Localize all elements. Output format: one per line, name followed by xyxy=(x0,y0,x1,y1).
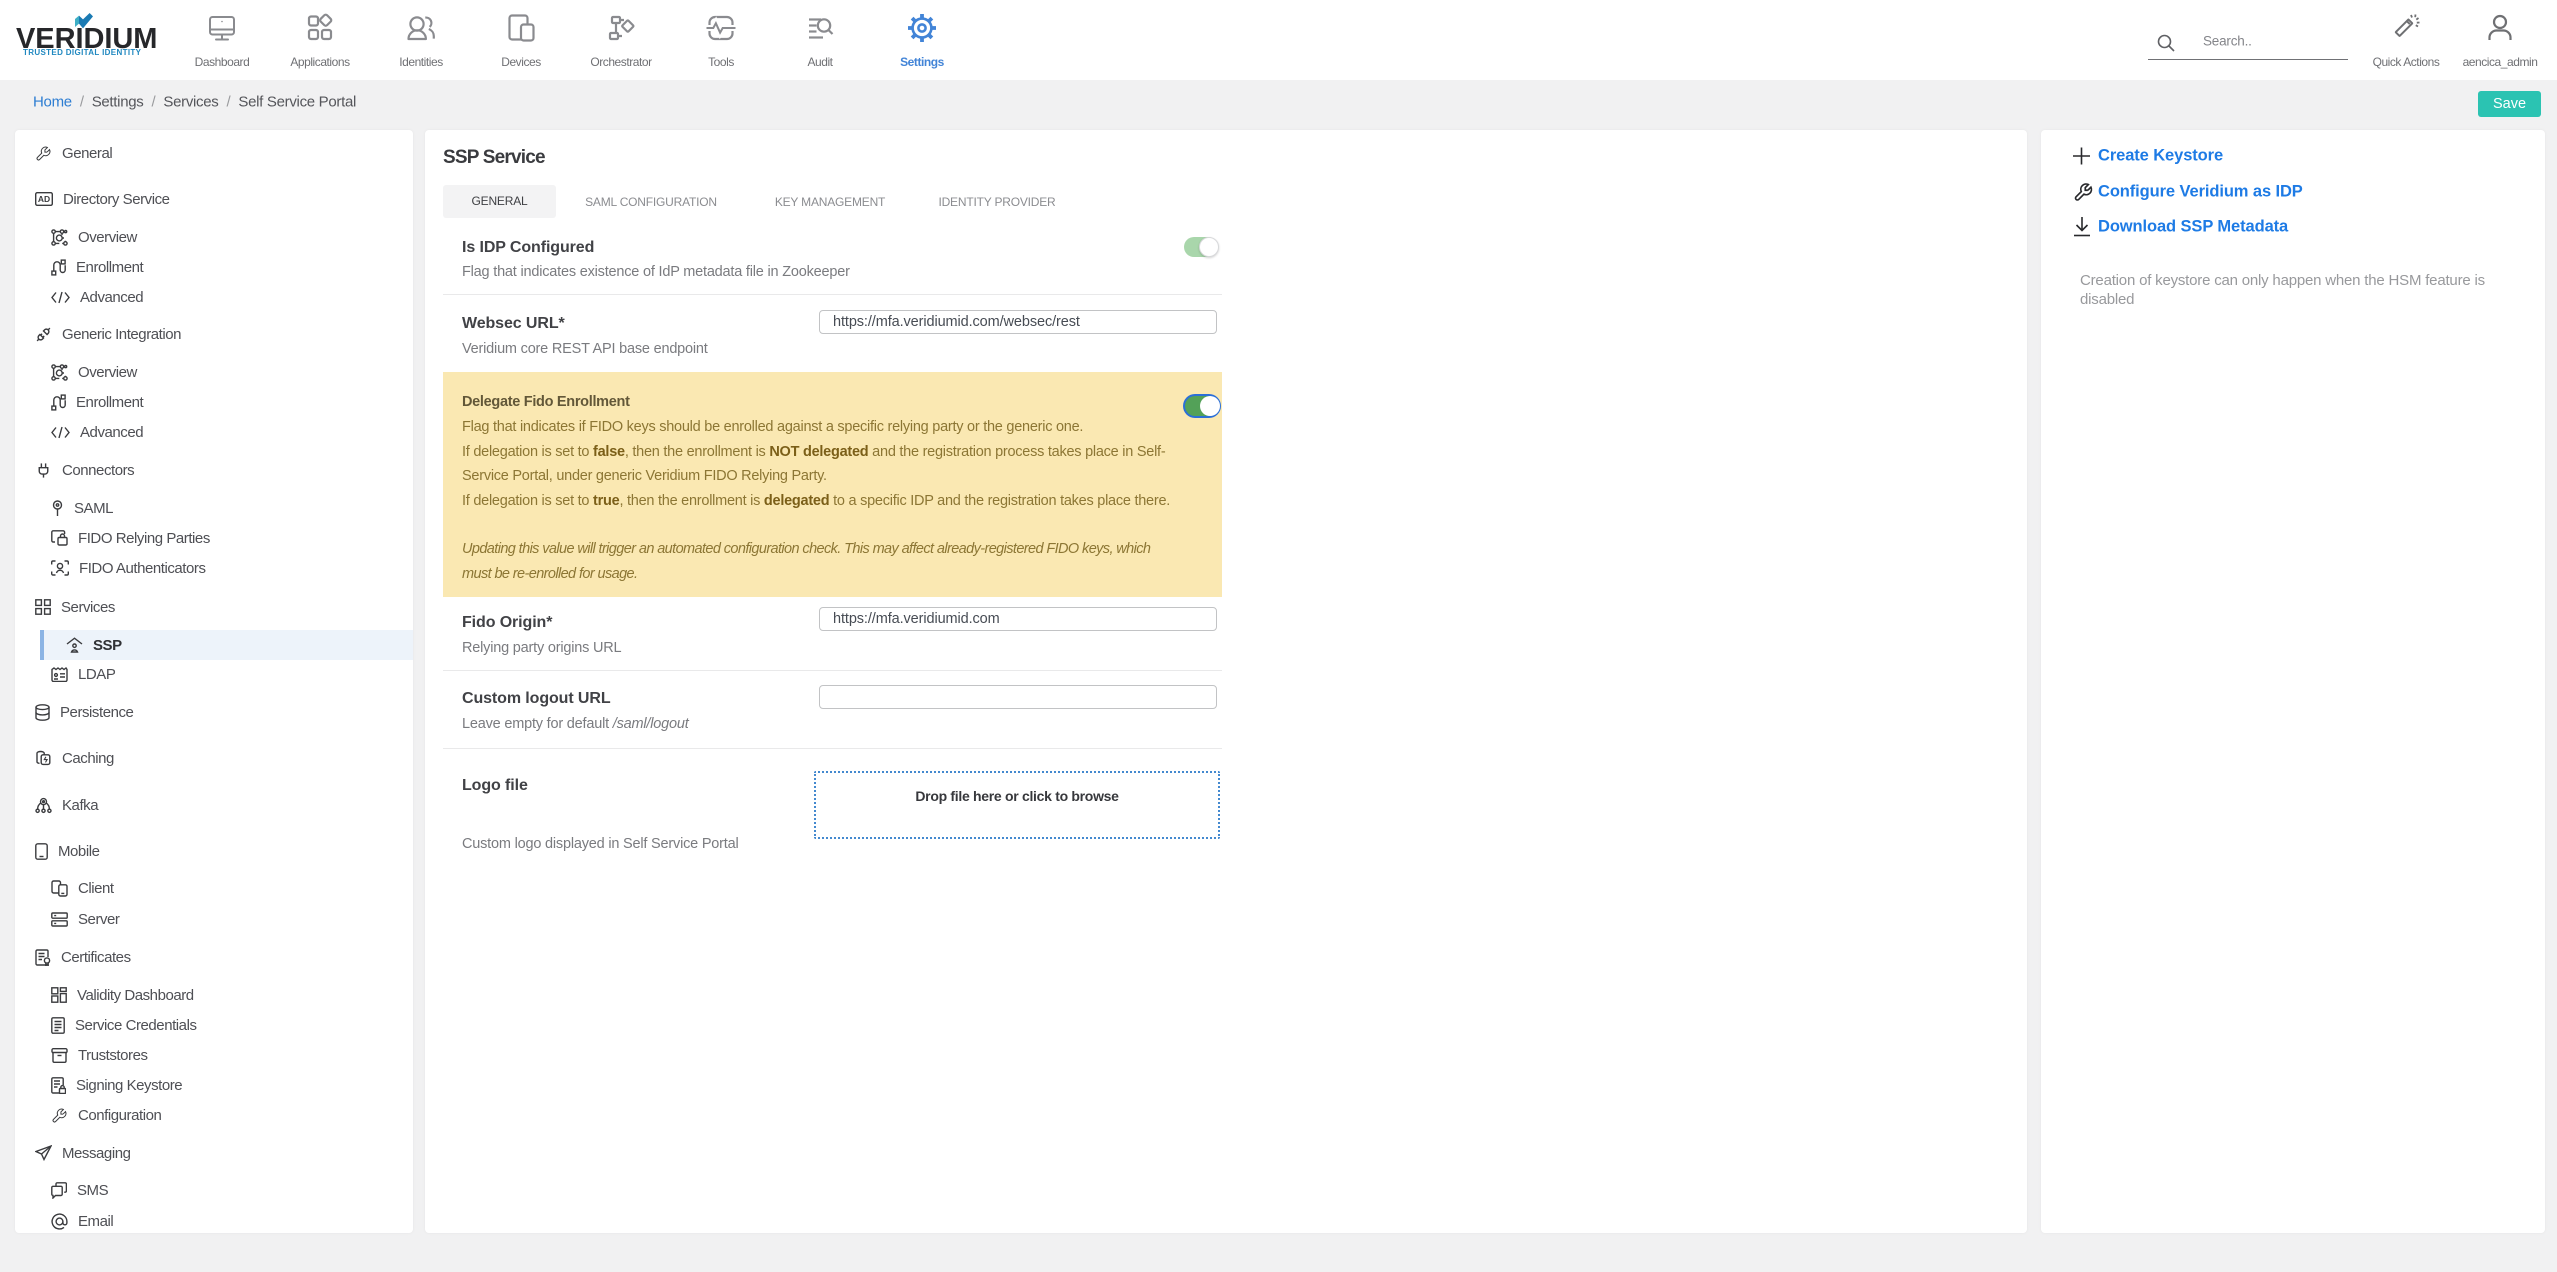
svg-text:AD: AD xyxy=(38,194,50,204)
